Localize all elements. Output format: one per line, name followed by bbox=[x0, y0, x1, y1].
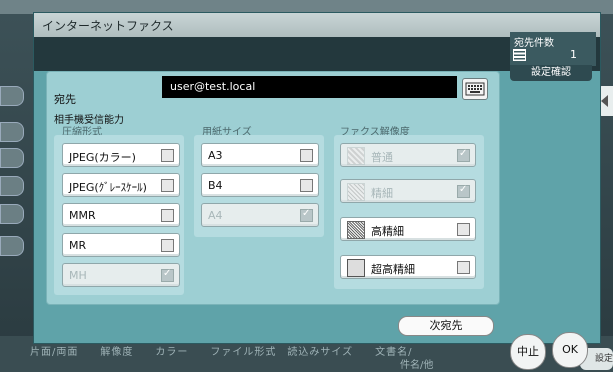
checkbox bbox=[161, 179, 174, 192]
checkbox bbox=[300, 149, 313, 162]
checkbox-checked bbox=[161, 268, 174, 282]
option-label: A3 bbox=[208, 149, 223, 162]
checkbox-checked bbox=[457, 184, 470, 198]
checkbox-checked bbox=[300, 208, 313, 222]
paper-option-b4[interactable]: B4 bbox=[201, 173, 319, 197]
compression-option-mmr[interactable]: MMR bbox=[62, 203, 180, 227]
destination-label: 宛先 bbox=[54, 93, 76, 106]
option-label: B4 bbox=[208, 179, 223, 192]
stop-button[interactable]: 中止 bbox=[510, 334, 546, 370]
option-label: 普通 bbox=[371, 151, 393, 164]
option-label: JPEG(ｸﾞﾚｰｽｹｰﾙ) bbox=[69, 181, 147, 194]
list-icon bbox=[513, 49, 526, 61]
background-side-tab bbox=[0, 204, 24, 224]
super-fine-pattern-icon bbox=[347, 221, 365, 239]
compression-option-jpeg-color[interactable]: JPEG(カラー) bbox=[62, 143, 180, 167]
destination-field[interactable]: user@test.local bbox=[162, 76, 457, 98]
destination-count-value: 1 bbox=[570, 48, 577, 61]
paper-option-a3[interactable]: A3 bbox=[201, 143, 319, 167]
compression-option-mh: MH bbox=[62, 263, 180, 287]
background-side-tab bbox=[0, 122, 24, 142]
option-label: MR bbox=[69, 239, 87, 252]
option-label: JPEG(カラー) bbox=[69, 151, 136, 164]
dialog-title: インターネットファクス bbox=[42, 19, 174, 33]
checkbox-checked bbox=[457, 148, 470, 162]
checkbox bbox=[161, 209, 174, 222]
checkbox bbox=[300, 179, 313, 192]
keyboard-icon bbox=[465, 82, 485, 96]
ultra-fine-pattern-icon bbox=[347, 259, 365, 277]
background-side-tab bbox=[0, 176, 24, 196]
resolution-option-normal: 普通 bbox=[340, 143, 476, 167]
normal-pattern-icon bbox=[347, 147, 365, 165]
option-label: 超高精細 bbox=[371, 263, 415, 276]
option-label: 精細 bbox=[371, 187, 393, 200]
option-label: A4 bbox=[208, 209, 223, 222]
background-side-tab bbox=[0, 148, 24, 168]
destination-count-label: 宛先件数 bbox=[514, 38, 554, 49]
ok-button[interactable]: OK bbox=[552, 332, 588, 368]
background-bottom-labels-2: 件名/他 bbox=[400, 360, 434, 371]
option-label: 高精細 bbox=[371, 225, 404, 238]
internet-fax-dialog: インターネットファクス 宛先件数 1 設定確認 宛先 user@test.loc… bbox=[33, 12, 601, 344]
compression-option-jpeg-grayscale[interactable]: JPEG(ｸﾞﾚｰｽｹｰﾙ) bbox=[62, 173, 180, 197]
option-label: MMR bbox=[69, 209, 96, 222]
settings-confirm-button[interactable]: 設定確認 bbox=[510, 65, 592, 81]
paper-option-a4: A4 bbox=[201, 203, 319, 227]
resolution-option-ultra-fine[interactable]: 超高精細 bbox=[340, 255, 476, 279]
checkbox bbox=[457, 223, 470, 236]
checkbox bbox=[161, 239, 174, 252]
option-label: MH bbox=[69, 269, 87, 282]
background-side-tab bbox=[0, 86, 24, 106]
resolution-option-super-fine[interactable]: 高精細 bbox=[340, 217, 476, 241]
compression-option-mr[interactable]: MR bbox=[62, 233, 180, 257]
background-side-tab bbox=[0, 236, 24, 256]
destination-count-panel: 宛先件数 1 bbox=[510, 32, 596, 66]
background-bottom-labels: 片面/両面 解像度 カラー ファイル形式 読込みサイズ 文書名/ bbox=[30, 347, 413, 358]
checkbox bbox=[457, 261, 470, 274]
fine-pattern-icon bbox=[347, 183, 365, 201]
keyboard-button[interactable] bbox=[462, 78, 488, 100]
next-destination-button[interactable]: 次宛先 bbox=[398, 316, 494, 336]
resolution-option-fine: 精細 bbox=[340, 179, 476, 203]
destination-value: user@test.local bbox=[170, 80, 256, 93]
checkbox bbox=[161, 149, 174, 162]
